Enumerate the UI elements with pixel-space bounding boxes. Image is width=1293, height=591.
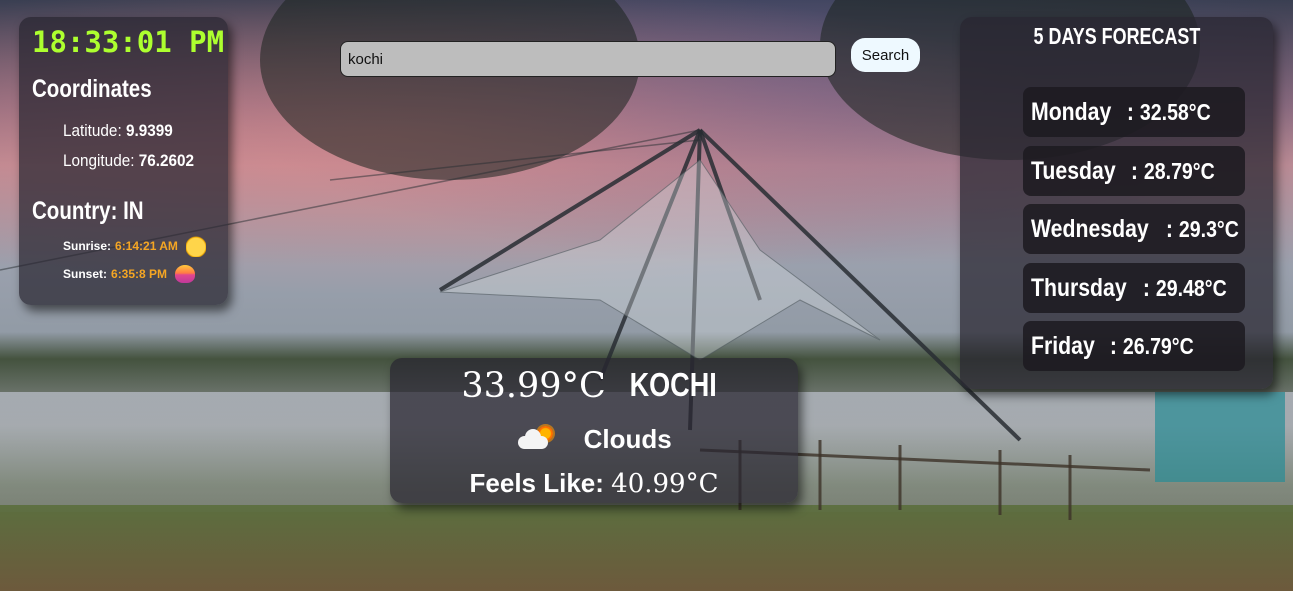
sunrise-label: Sunrise:	[63, 239, 112, 253]
forecast-day-name: Thursday	[1031, 273, 1127, 302]
city-search-input[interactable]	[340, 41, 836, 77]
current-temperature: 33.99°C	[461, 366, 606, 406]
cloud-sun-icon	[516, 425, 556, 451]
latitude-label: Latitude:	[63, 121, 122, 140]
feels-like-line: Feels Like: 40.99°C	[390, 468, 798, 499]
forecast-day-name: Friday	[1031, 331, 1095, 360]
forecast-day-card: Wednesday : 29.3°C	[1023, 204, 1245, 254]
feels-like-value: 40.99°C	[611, 469, 719, 499]
forecast-day-card: Tuesday : 28.79°C	[1023, 146, 1245, 196]
sunrise-icon	[185, 235, 206, 257]
forecast-day-name: Wednesday	[1031, 214, 1149, 243]
longitude-value: 76.2602	[138, 151, 195, 170]
sunrise-row: Sunrise: 6:14:21 AM	[63, 235, 206, 257]
sunrise-value: 6:14:21 AM	[115, 239, 178, 253]
sunset-label: Sunset:	[63, 267, 108, 281]
forecast-title: 5 DAYS FORECAST	[1033, 23, 1200, 49]
forecast-day-temp: 28.79°C	[1143, 157, 1215, 184]
condition-line: Clouds	[390, 424, 798, 455]
temperature-line: 33.99°C KOCHI	[390, 366, 798, 406]
forecast-day-name: Tuesday	[1031, 156, 1116, 185]
current-weather-panel: 33.99°C KOCHI Clouds Feels Like: 40.99°C	[390, 358, 798, 503]
coordinates-heading: Coordinates	[32, 75, 152, 103]
forecast-day-card: Thursday : 29.48°C	[1023, 263, 1245, 313]
forecast-day-card: Friday : 26.79°C	[1023, 321, 1245, 371]
longitude-label: Longitude:	[63, 151, 135, 170]
sunset-icon	[175, 265, 196, 283]
latitude-value: 9.9399	[125, 121, 173, 140]
forecast-day-name: Monday	[1031, 97, 1112, 126]
forecast-day-temp: 29.48°C	[1155, 274, 1227, 301]
digital-clock: 18:33:01 PM	[32, 25, 225, 59]
feels-like-label: Feels Like:	[469, 468, 604, 498]
forecast-day-card: Monday : 32.58°C	[1023, 87, 1245, 137]
forecast-day-temp: 26.79°C	[1122, 332, 1194, 359]
city-name: KOCHI	[629, 366, 718, 403]
weather-condition: Clouds	[583, 424, 672, 454]
latitude-row: Latitude: 9.9399	[63, 121, 173, 141]
country-heading: Country: IN	[32, 197, 144, 225]
forecast-panel: 5 DAYS FORECAST Monday : 32.58°C Tuesday…	[960, 17, 1273, 389]
search-button[interactable]: Search	[851, 38, 920, 72]
location-info-panel: 18:33:01 PM Coordinates Latitude: 9.9399…	[19, 17, 228, 305]
forecast-day-temp: 29.3°C	[1179, 215, 1240, 242]
sunset-value: 6:35:8 PM	[111, 267, 168, 281]
longitude-row: Longitude: 76.2602	[63, 151, 194, 171]
forecast-day-temp: 32.58°C	[1140, 98, 1212, 125]
sunset-row: Sunset: 6:35:8 PM	[63, 265, 196, 283]
